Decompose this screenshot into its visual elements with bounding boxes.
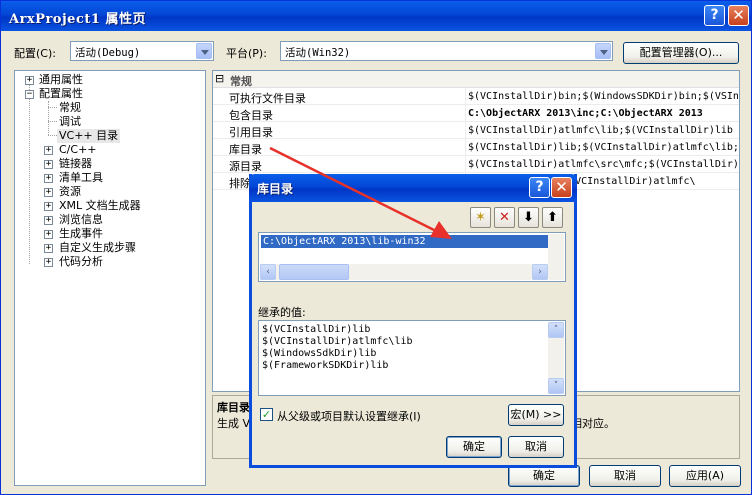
arrow-shaft bbox=[269, 146, 439, 234]
annotation-arrow bbox=[269, 146, 452, 239]
